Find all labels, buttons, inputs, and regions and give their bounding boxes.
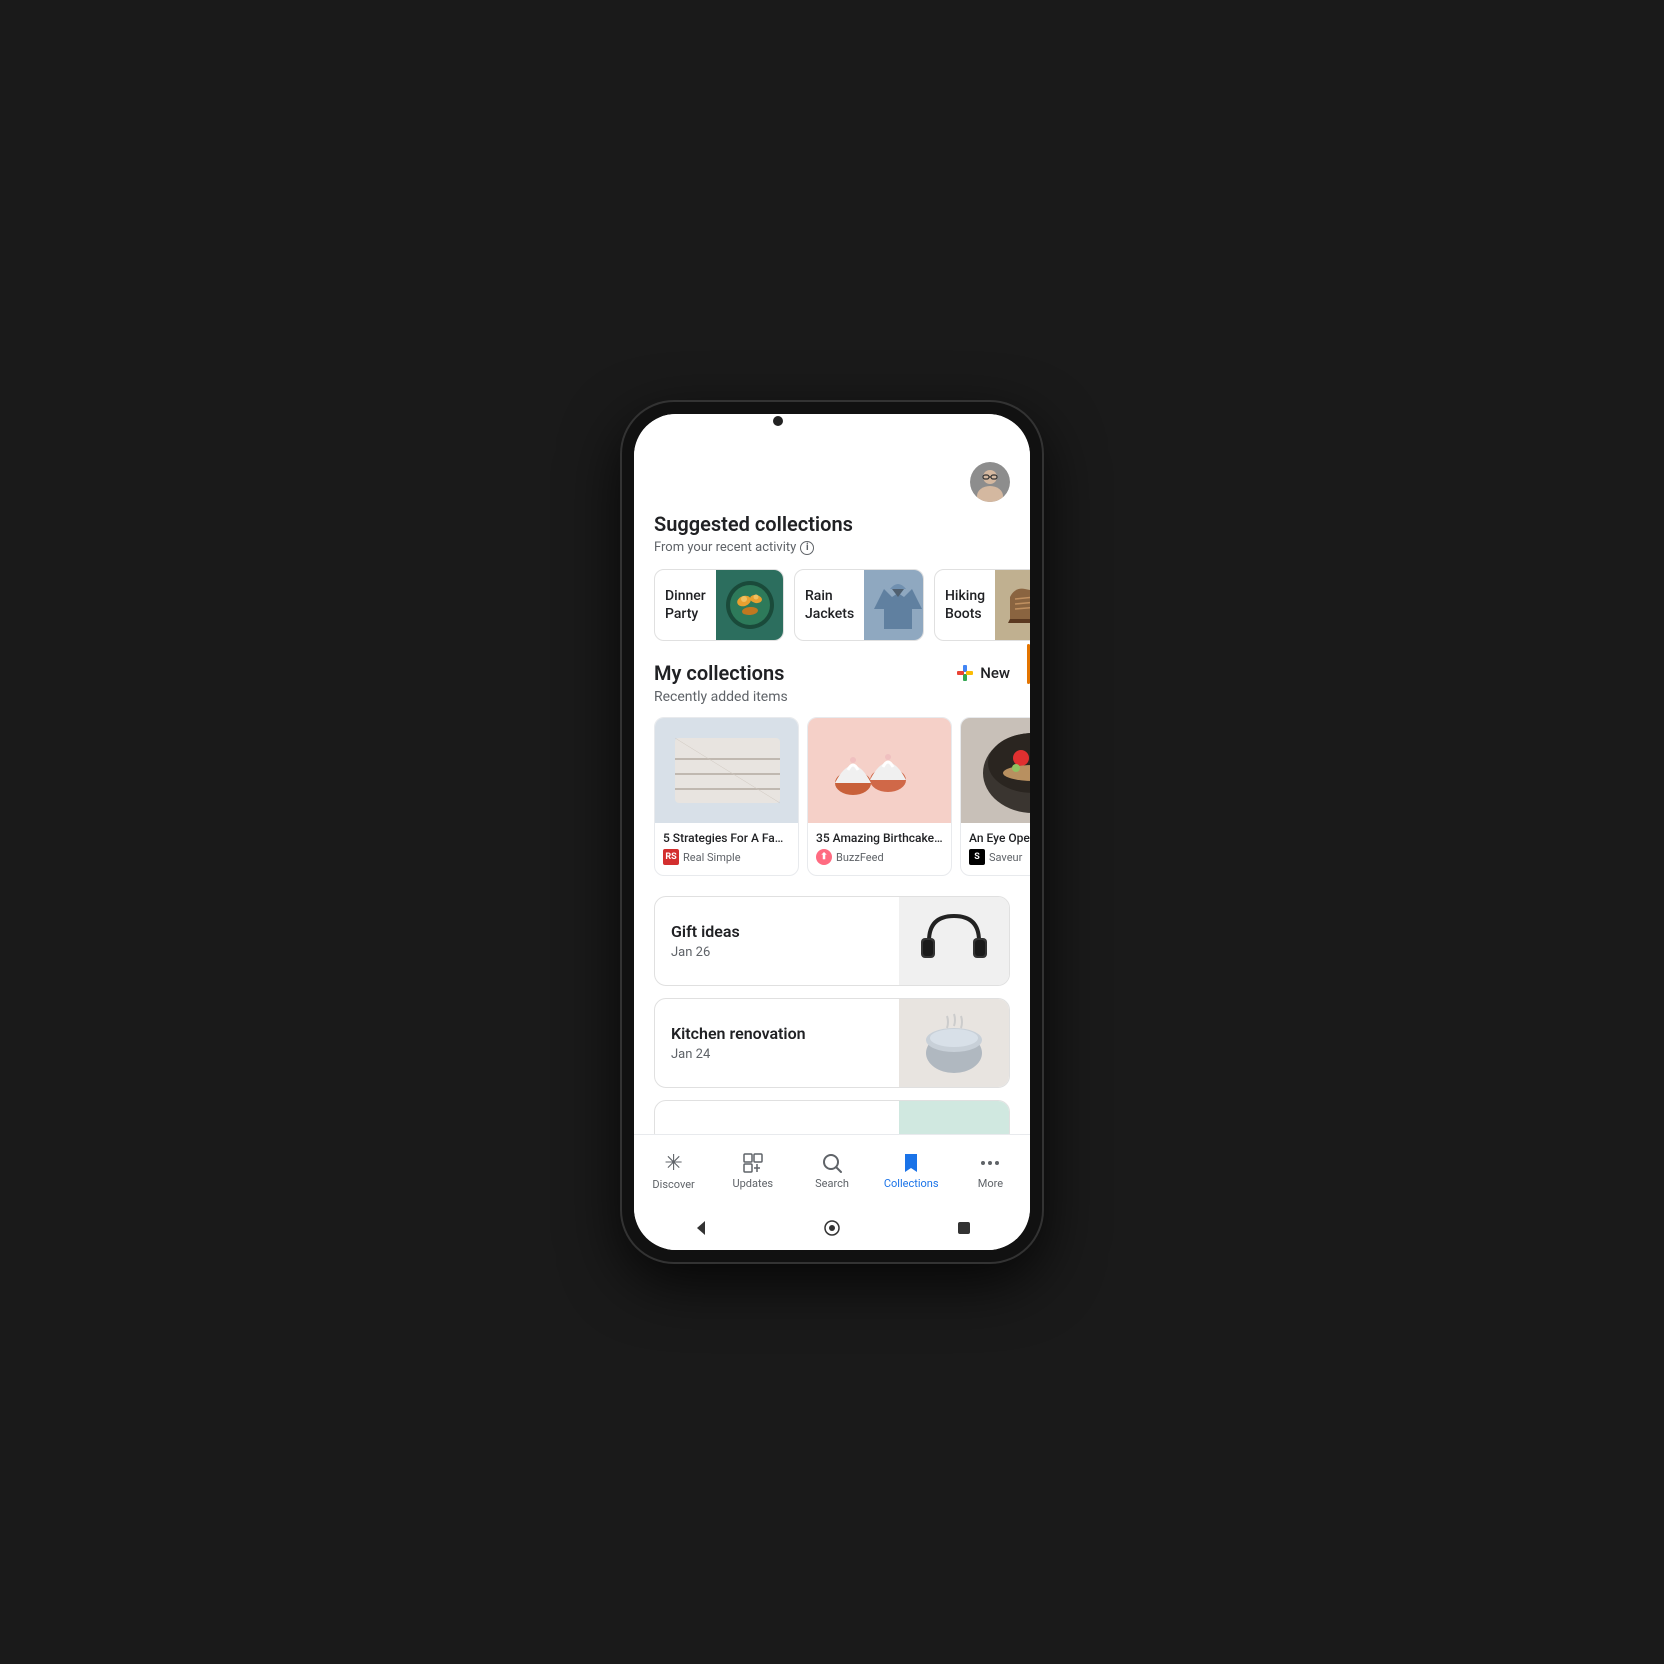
chips-scroll: Dinner Party — [634, 569, 1030, 661]
discover-icon: ✳ — [664, 1151, 682, 1176]
nav-label-updates: Updates — [733, 1177, 774, 1190]
collection-thumb-gift — [899, 896, 1009, 986]
collection-info-partial — [655, 1107, 899, 1135]
collection-kitchen[interactable]: Kitchen renovation Jan 24 — [654, 998, 1010, 1088]
item-image-1 — [655, 718, 799, 823]
bf-badge: ⬆ — [816, 849, 832, 865]
item-source-3: S Saveur — [969, 849, 1030, 865]
nav-discover[interactable]: ✳ Discover — [634, 1143, 713, 1195]
collection-thumb-partial — [899, 1100, 1009, 1134]
nav-more[interactable]: More — [951, 1143, 1030, 1194]
new-label: New — [980, 664, 1010, 682]
updates-icon — [741, 1151, 765, 1175]
nav-search[interactable]: Search — [792, 1143, 871, 1194]
saveur-badge: S — [969, 849, 985, 865]
collection-gift-ideas[interactable]: Gift ideas Jan 26 — [654, 896, 1010, 986]
header — [634, 442, 1030, 512]
item-card-info-3: An Eye Openin... S Saveur — [961, 823, 1030, 875]
item-title-1: 5 Strategies For A Fab... — [663, 831, 790, 845]
collection-info-kitchen: Kitchen renovation Jan 24 — [655, 1008, 899, 1078]
recently-added-label: Recently added items — [634, 689, 1030, 705]
nav-label-collections: Collections — [884, 1177, 939, 1190]
camera-dot — [773, 416, 783, 426]
scrollbar-indicator — [1027, 644, 1030, 684]
source-name-1: Real Simple — [683, 851, 741, 864]
item-image-2 — [808, 718, 952, 823]
suggested-subtitle: From your recent activity i — [634, 540, 1030, 555]
phone-device: Suggested collections From your recent a… — [622, 402, 1042, 1262]
item-card-2[interactable]: 35 Amazing Birthcake... ⬆ BuzzFeed — [807, 717, 952, 876]
new-collection-button[interactable]: New — [954, 662, 1010, 684]
source-name-2: BuzzFeed — [836, 851, 884, 864]
recents-button[interactable] — [954, 1218, 974, 1238]
collection-date-gift: Jan 26 — [671, 945, 883, 960]
info-icon[interactable]: i — [800, 541, 814, 555]
chip-label: Dinner Party — [655, 587, 716, 623]
screen-content: Suggested collections From your recent a… — [634, 442, 1030, 1134]
recently-added-items: 5 Strategies For A Fab... RS Real Simple — [634, 717, 1030, 896]
chip-label-hiking: Hiking Boots — [935, 587, 995, 623]
more-icon — [978, 1151, 1002, 1175]
source-name-3: Saveur — [989, 851, 1022, 864]
item-image-3 — [961, 718, 1030, 823]
status-bar — [634, 414, 1030, 442]
collections-icon — [899, 1151, 923, 1175]
chip-image-rain — [864, 569, 924, 641]
chip-label-rain: Rain Jackets — [795, 587, 864, 623]
my-collections-header: My collections New — [634, 661, 1030, 685]
phone-screen: Suggested collections From your recent a… — [634, 414, 1030, 1250]
plus-icon — [954, 662, 976, 684]
collection-info-gift: Gift ideas Jan 26 — [655, 906, 899, 976]
item-title-2: 35 Amazing Birthcake... — [816, 831, 943, 845]
chip-dinner-party[interactable]: Dinner Party — [654, 569, 784, 641]
item-card-info-2: 35 Amazing Birthcake... ⬆ BuzzFeed — [808, 823, 951, 875]
item-card-1[interactable]: 5 Strategies For A Fab... RS Real Simple — [654, 717, 799, 876]
suggested-collections-section: Suggested collections From your recent a… — [634, 512, 1030, 661]
nav-label-more: More — [978, 1177, 1003, 1190]
chip-rain-jackets[interactable]: Rain Jackets — [794, 569, 924, 641]
rs-badge: RS — [663, 849, 679, 865]
item-card-info-1: 5 Strategies For A Fab... RS Real Simple — [655, 823, 798, 875]
collection-thumb-kitchen — [899, 998, 1009, 1088]
item-card-3[interactable]: An Eye Openin... S Saveur — [960, 717, 1030, 876]
nav-label-discover: Discover — [652, 1178, 694, 1191]
collection-date-kitchen: Jan 24 — [671, 1047, 883, 1062]
nav-collections[interactable]: Collections — [872, 1143, 951, 1194]
nav-label-search: Search — [815, 1177, 849, 1190]
search-icon — [820, 1151, 844, 1175]
system-nav — [634, 1206, 1030, 1250]
home-button[interactable] — [822, 1218, 842, 1238]
bottom-nav: ✳ Discover Updates Search — [634, 1134, 1030, 1206]
my-collections-title: My collections — [654, 661, 784, 685]
my-collections-section: My collections New Recently added items — [634, 661, 1030, 1134]
avatar[interactable] — [970, 462, 1010, 502]
nav-updates[interactable]: Updates — [713, 1143, 792, 1194]
item-title-3: An Eye Openin... — [969, 831, 1030, 845]
item-source-2: ⬆ BuzzFeed — [816, 849, 943, 865]
collection-partial[interactable] — [654, 1100, 1010, 1134]
collection-name-kitchen: Kitchen renovation — [671, 1024, 883, 1043]
chip-image-hiking — [995, 569, 1030, 641]
collection-name-gift: Gift ideas — [671, 922, 883, 941]
chip-hiking-boots[interactable]: Hiking Boots — [934, 569, 1030, 641]
chip-image-dinner — [716, 569, 784, 641]
item-source-1: RS Real Simple — [663, 849, 790, 865]
suggested-title: Suggested collections — [634, 512, 1030, 536]
back-button[interactable] — [690, 1218, 710, 1238]
